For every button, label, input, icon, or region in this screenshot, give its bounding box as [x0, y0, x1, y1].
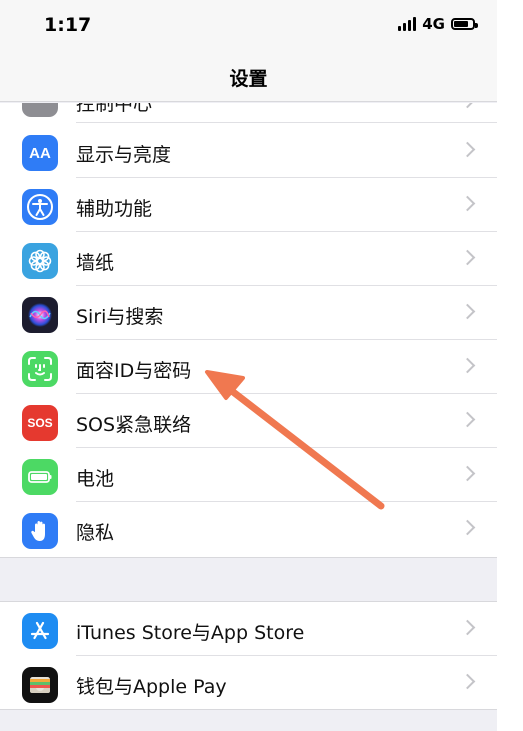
battery-fill	[454, 21, 469, 27]
chevron-right-icon	[459, 465, 476, 482]
settings-row-wallet-apple-pay[interactable]: 钱包与Apple Pay	[0, 656, 497, 710]
row-label: 辅助功能	[76, 198, 153, 220]
chevron-right-icon	[459, 411, 476, 428]
row-label: Siri与搜索	[76, 306, 164, 328]
cellular-signal-icon	[398, 17, 417, 31]
status-time: 1:17	[44, 14, 92, 36]
row-label: iTunes Store与App Store	[76, 622, 305, 644]
settings-row-siri-search[interactable]: Siri与搜索	[0, 286, 497, 340]
settings-row-itunes-app-store[interactable]: iTunes Store与App Store	[0, 602, 497, 656]
row-label: 面容ID与密码	[76, 360, 192, 382]
page-title: 设置	[229, 68, 268, 90]
settings-row-accessibility[interactable]: 辅助功能	[0, 178, 497, 232]
settings-row-wallpaper[interactable]: 墙纸	[0, 232, 497, 286]
settings-group-stores: iTunes Store与App Store 钱包与Apple Pay	[0, 601, 497, 710]
settings-row-privacy[interactable]: 隐私	[0, 502, 497, 556]
row-label: 电池	[76, 468, 115, 490]
network-type: 4G	[422, 15, 445, 33]
battery-status-icon	[451, 18, 478, 30]
battery-icon	[22, 459, 58, 495]
row-label: SOS紧急联络	[76, 414, 192, 436]
settings-screen: 1:17 4G 设置 控制中心 AA 显示与亮度 辅助功能 墙纸 Siri与搜索…	[0, 0, 497, 731]
face-id-icon	[22, 351, 58, 387]
hand-icon	[22, 513, 58, 549]
siri-icon	[22, 297, 58, 333]
chevron-right-icon	[459, 357, 476, 374]
row-label: 墙纸	[76, 252, 115, 274]
chevron-right-icon	[459, 141, 476, 158]
text-size-icon: AA	[22, 135, 58, 171]
row-label: 隐私	[76, 522, 115, 544]
chevron-right-icon	[459, 103, 476, 109]
accessibility-icon	[22, 189, 58, 225]
settings-row-display-brightness[interactable]: AA 显示与亮度	[0, 124, 497, 178]
status-bar: 1:17 4G	[0, 0, 497, 50]
flower-icon	[22, 243, 58, 279]
chevron-right-icon	[459, 195, 476, 212]
settings-row-face-id-passcode[interactable]: 面容ID与密码	[0, 340, 497, 394]
sos-icon: SOS	[22, 405, 58, 441]
chevron-right-icon	[459, 673, 476, 690]
settings-row-battery[interactable]: 电池	[0, 448, 497, 502]
wallet-icon	[22, 667, 58, 703]
row-label: 控制中心	[76, 103, 153, 115]
chevron-right-icon	[459, 303, 476, 320]
chevron-right-icon	[459, 619, 476, 636]
settings-row-control-center[interactable]: 控制中心	[0, 103, 497, 123]
row-label: 显示与亮度	[76, 144, 172, 166]
chevron-right-icon	[459, 249, 476, 266]
navigation-bar: 设置	[0, 50, 497, 102]
row-label: 钱包与Apple Pay	[76, 676, 227, 698]
control-center-icon	[22, 103, 58, 117]
settings-group-main: 控制中心 AA 显示与亮度 辅助功能 墙纸 Siri与搜索 面容ID与密码 SO…	[0, 103, 497, 558]
app-store-icon	[22, 613, 58, 649]
status-indicators: 4G	[398, 15, 478, 33]
chevron-right-icon	[459, 519, 476, 536]
settings-row-emergency-sos[interactable]: SOS SOS紧急联络	[0, 394, 497, 448]
